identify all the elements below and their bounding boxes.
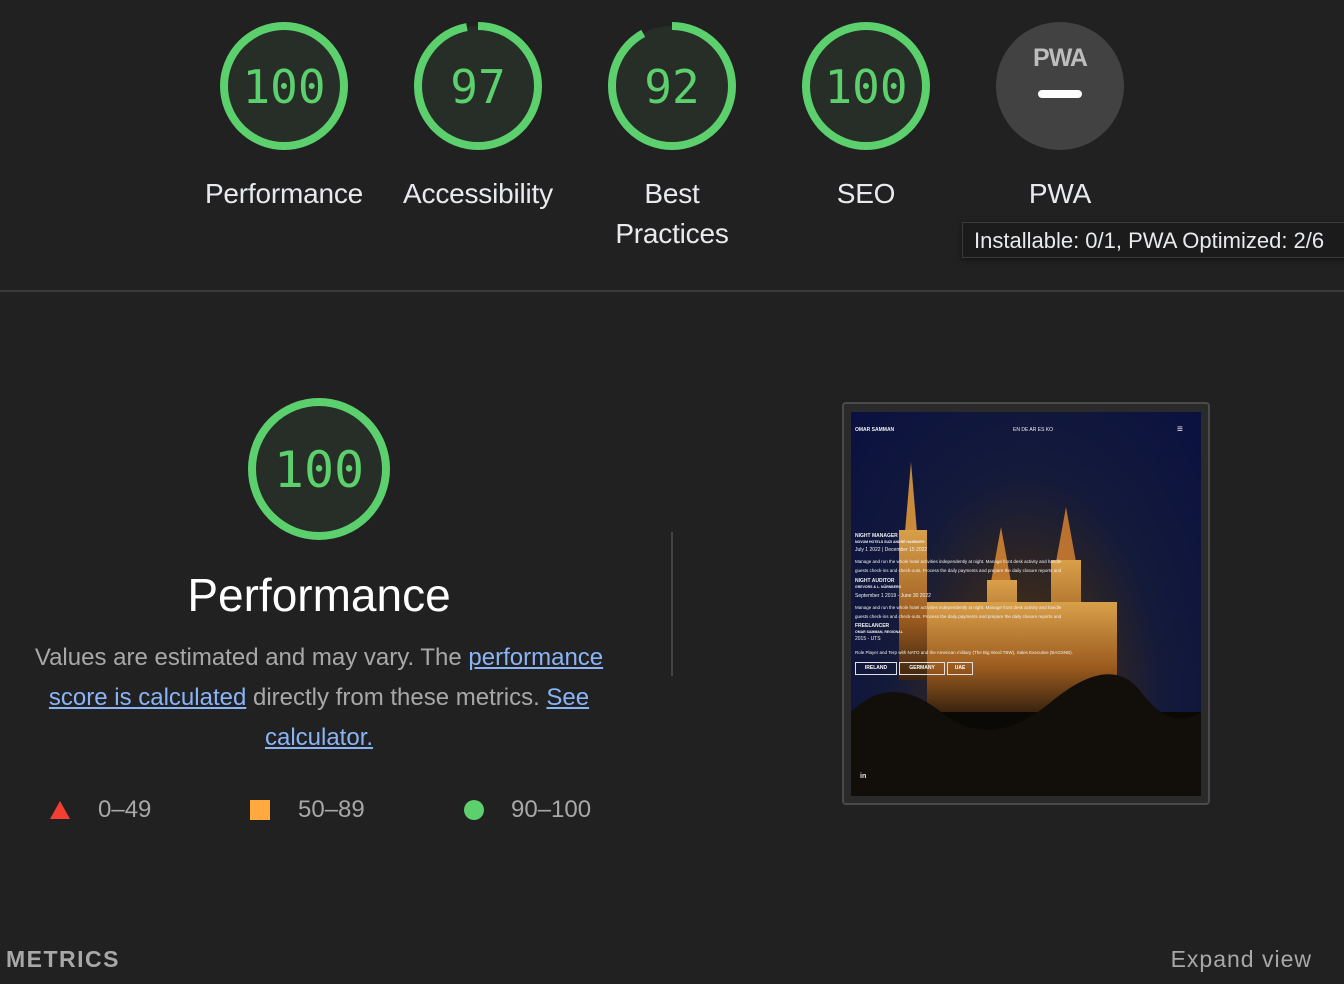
gauge-best-practices-score: 92 xyxy=(644,60,699,114)
desc-text-2: directly from these metrics. xyxy=(246,684,547,711)
gauge-seo-ring: 100 xyxy=(802,22,930,150)
pwa-dash-icon xyxy=(1038,90,1082,98)
pwa-badge-text: PWA xyxy=(1033,44,1088,72)
expand-view-button[interactable]: Expand view xyxy=(1171,946,1312,973)
gauge-best-practices[interactable]: 92 Best Practices xyxy=(575,20,769,254)
gauge-best-practices-ring: 92 xyxy=(608,22,736,150)
gauge-performance[interactable]: 100 Performance xyxy=(187,20,381,214)
performance-large-gauge: 100 xyxy=(248,398,390,540)
triangle-fail-icon xyxy=(50,801,70,819)
performance-large-score: 100 xyxy=(274,441,364,499)
gauge-accessibility-ring: 97 xyxy=(414,22,542,150)
pwa-tooltip: Installable: 0/1, PWA Optimized: 2/6 xyxy=(962,222,1344,258)
legend-pass-range: 90–100 xyxy=(511,796,592,823)
castle-image xyxy=(851,462,1201,796)
gauge-performance-ring: 100 xyxy=(220,22,348,150)
performance-title: Performance xyxy=(187,569,451,621)
legend-average-range: 50–89 xyxy=(298,796,365,823)
shot-job3-dates: 2015 - UTS xyxy=(855,636,881,642)
gauge-best-practices-label: Best Practices xyxy=(615,178,729,249)
shot-job1-company: NOVUM HOTELS SUZI ANDRÉ HAMBURG xyxy=(855,540,925,544)
legend-fail-range: 0–49 xyxy=(98,796,152,823)
shot-job2-dates: September 1 2019 - June 30 2022 xyxy=(855,593,931,599)
gauge-seo-score: 100 xyxy=(824,60,907,114)
circle-pass-icon xyxy=(464,800,484,820)
gauge-accessibility-label: Accessibility xyxy=(403,178,553,209)
square-average-icon xyxy=(250,800,270,820)
gauge-seo[interactable]: 100 SEO xyxy=(769,20,963,214)
gauge-performance-score: 100 xyxy=(242,60,325,114)
shot-job2-line1: Manage and run the whole hotel activitie… xyxy=(855,605,1062,610)
gauge-accessibility[interactable]: 97 Accessibility xyxy=(381,20,575,214)
gauge-seo-label: SEO xyxy=(836,178,896,209)
shot-langs: EN DE AR ES KO xyxy=(1013,427,1054,433)
gauge-pwa-label: PWA xyxy=(1028,178,1092,209)
performance-description: Values are estimated and may vary. The p… xyxy=(28,638,610,758)
gauge-performance-label: Performance xyxy=(204,178,364,209)
legend-fail: 0–49 xyxy=(50,792,151,828)
desc-text-1: Values are estimated and may vary. The xyxy=(34,644,469,671)
shot-job1-dates: July 1 2022 | December 15 2022 xyxy=(855,547,928,553)
vertical-separator xyxy=(671,532,673,676)
score-legend: 0–49 50–89 90–100 xyxy=(0,792,640,828)
gauge-pwa[interactable]: PWA PWA xyxy=(963,20,1157,214)
legend-average: 50–89 xyxy=(250,792,365,828)
shot-tag-germany: GERMANY xyxy=(899,662,945,675)
section-divider xyxy=(0,290,1344,292)
gauge-accessibility-score: 97 xyxy=(450,60,505,114)
shot-job2-company: GREVORS & L. NÜRNBERG xyxy=(855,585,902,589)
shot-menu-icon: ≡ xyxy=(1177,424,1183,435)
pwa-badge-icon: PWA xyxy=(996,22,1124,150)
final-screenshot-frame[interactable]: OMAR SAMMAN EN DE AR ES KO ≡ NIGHT MANAG… xyxy=(842,402,1210,805)
shot-name: OMAR SAMMAN xyxy=(855,427,895,433)
shot-tag-ireland: IRELAND xyxy=(855,662,897,675)
metrics-heading: METRICS xyxy=(6,946,120,972)
shot-job1-line2: guests check-ins and check-outs. Process… xyxy=(855,568,1062,573)
shot-job3-line1: Role Player and Terp with NATO and the A… xyxy=(855,650,1073,655)
shot-tag-uae: UAE xyxy=(947,662,973,675)
shot-job1-line1: Manage and run the whole hotel activitie… xyxy=(855,559,1062,564)
shot-job3-company: OMAR SAMMAN, REGIONAL xyxy=(855,630,903,634)
legend-pass: 90–100 xyxy=(464,792,591,828)
final-screenshot: OMAR SAMMAN EN DE AR ES KO ≡ NIGHT MANAG… xyxy=(851,412,1201,796)
linkedin-icon: in xyxy=(860,773,867,780)
shot-job2-line2: guests check-ins and check-outs. Process… xyxy=(855,614,1062,619)
